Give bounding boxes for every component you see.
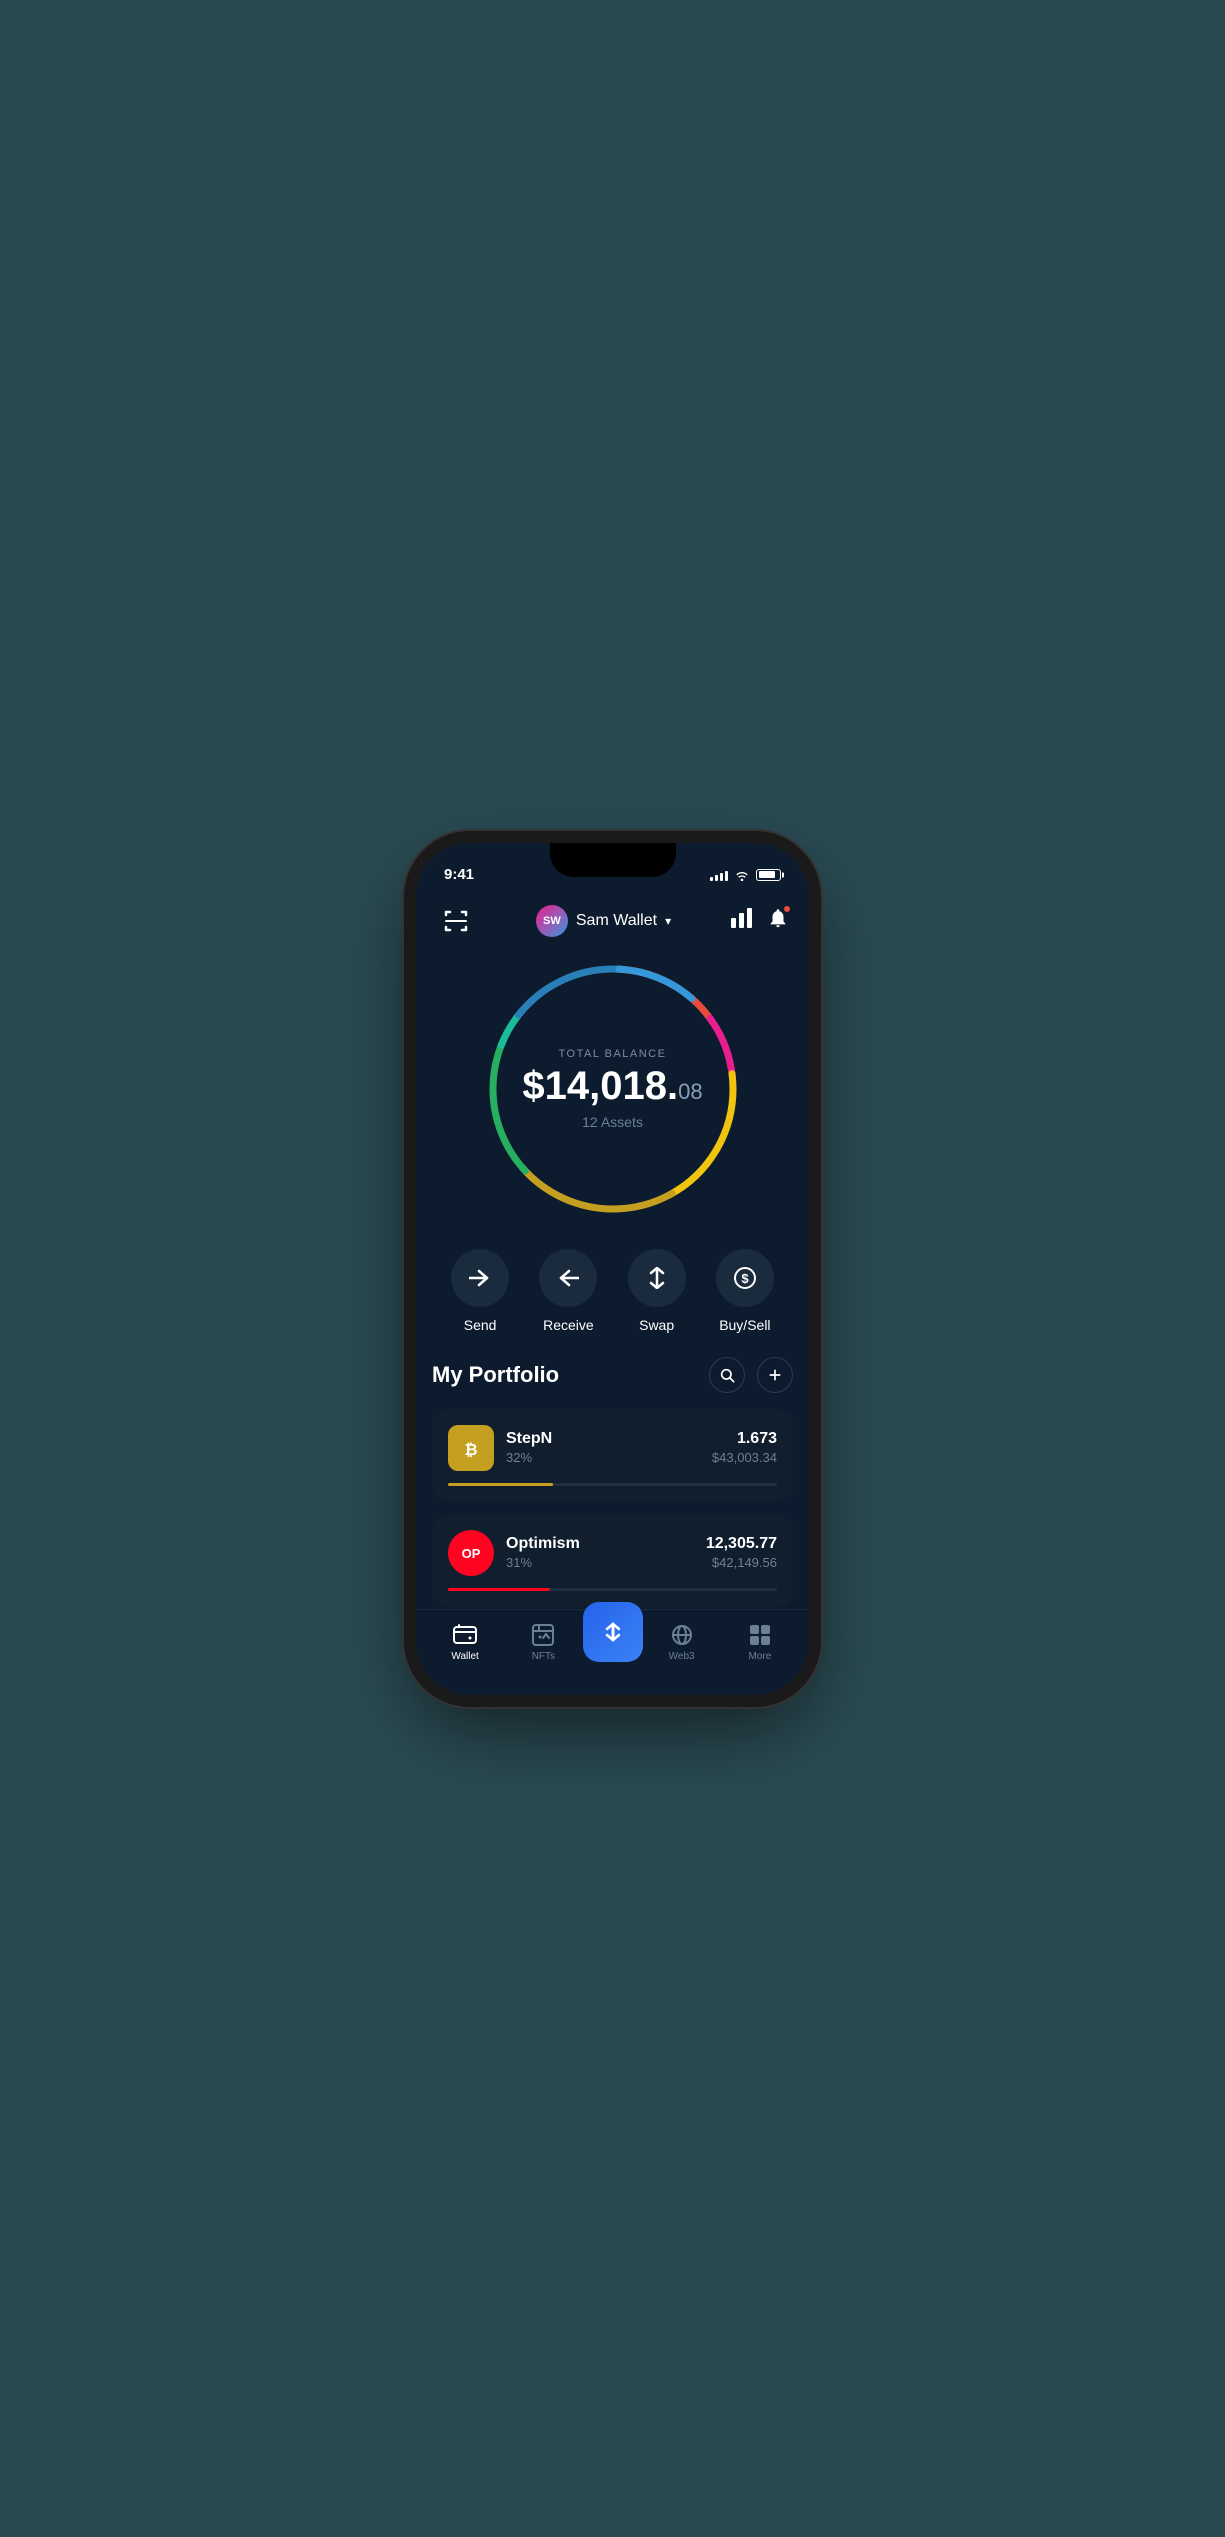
stepn-values: 1.673 $43,003.34 (712, 1430, 777, 1465)
signal-bars-icon (710, 869, 728, 881)
add-asset-button[interactable] (757, 1357, 793, 1393)
scan-icon[interactable] (436, 901, 476, 941)
web3-nav-icon (670, 1623, 694, 1647)
svg-text:$: $ (741, 1271, 749, 1286)
header: SW Sam Wallet ▾ (416, 893, 809, 949)
portfolio-section: My Portfolio (416, 1357, 809, 1607)
chart-bar-icon[interactable] (731, 908, 753, 934)
stepn-icon: ₿ (448, 1425, 494, 1471)
balance-assets: 12 Assets (522, 1114, 702, 1130)
nav-nfts[interactable]: NFTs (504, 1623, 582, 1662)
receive-label: Receive (543, 1317, 594, 1333)
optimism-usd: $42,149.56 (706, 1555, 777, 1570)
action-buttons: Send Receive (416, 1239, 809, 1357)
optimism-values: 12,305.77 $42,149.56 (706, 1535, 777, 1570)
portfolio-header: My Portfolio (432, 1357, 793, 1393)
nfts-nav-icon (531, 1623, 555, 1647)
stepn-info: StepN 32% (506, 1430, 700, 1465)
status-time: 9:41 (444, 866, 474, 883)
balance-amount: $14,018.08 (522, 1066, 702, 1106)
wifi-icon (734, 869, 750, 881)
optimism-asset-card[interactable]: OP Optimism 31% 12,305.77 $42,149.56 (432, 1514, 793, 1607)
bell-notification-icon[interactable] (767, 907, 789, 935)
receive-button[interactable]: Receive (539, 1249, 597, 1333)
send-button[interactable]: Send (451, 1249, 509, 1333)
phone-frame: 9:41 (416, 843, 809, 1695)
portfolio-title: My Portfolio (432, 1362, 559, 1388)
notch (550, 843, 676, 877)
scroll-content[interactable]: SW Sam Wallet ▾ (416, 893, 809, 1609)
stepn-name: StepN (506, 1430, 700, 1448)
send-label: Send (464, 1317, 497, 1333)
notification-badge (783, 905, 791, 913)
nav-center-button[interactable] (583, 1602, 643, 1662)
optimism-amount: 12,305.77 (706, 1535, 777, 1553)
wallet-selector[interactable]: SW Sam Wallet ▾ (536, 905, 671, 937)
search-portfolio-button[interactable] (709, 1357, 745, 1393)
balance-label: TOTAL BALANCE (522, 1048, 702, 1060)
nav-wallet[interactable]: Wallet (426, 1623, 504, 1662)
nav-wallet-label: Wallet (451, 1651, 478, 1662)
status-icons (710, 869, 781, 881)
bottom-nav: Wallet NFTs (416, 1609, 809, 1695)
nav-web3[interactable]: Web3 (643, 1623, 721, 1662)
nav-more-label: More (748, 1651, 771, 1662)
nav-web3-label: Web3 (669, 1651, 695, 1662)
stepn-percent: 32% (506, 1450, 700, 1465)
optimism-progress-fill (448, 1588, 550, 1591)
header-right (731, 907, 789, 935)
stepn-asset-card[interactable]: ₿ StepN 32% 1.673 $43,003.34 (432, 1409, 793, 1502)
more-nav-icon (748, 1623, 772, 1647)
optimism-name: Optimism (506, 1535, 694, 1553)
swap-button[interactable]: Swap (628, 1249, 686, 1333)
optimism-percent: 31% (506, 1555, 694, 1570)
stepn-progress-fill (448, 1483, 553, 1486)
stepn-amount: 1.673 (712, 1430, 777, 1448)
chevron-down-icon: ▾ (665, 914, 671, 928)
stepn-progress-bar (448, 1483, 777, 1486)
battery-icon (756, 869, 781, 881)
wallet-nav-icon (453, 1623, 477, 1647)
balance-circle: TOTAL BALANCE $14,018.08 12 Assets (483, 959, 743, 1219)
buysell-button[interactable]: $ Buy/Sell (716, 1249, 774, 1333)
portfolio-actions (709, 1357, 793, 1393)
balance-center: TOTAL BALANCE $14,018.08 12 Assets (522, 1048, 702, 1130)
swap-label: Swap (639, 1317, 674, 1333)
stepn-usd: $43,003.34 (712, 1450, 777, 1465)
buysell-label: Buy/Sell (719, 1317, 770, 1333)
optimism-icon: OP (448, 1530, 494, 1576)
optimism-info: Optimism 31% (506, 1535, 694, 1570)
wallet-name: Sam Wallet (576, 912, 657, 930)
avatar: SW (536, 905, 568, 937)
svg-text:₿: ₿ (464, 1441, 477, 1459)
nav-more[interactable]: More (721, 1623, 799, 1662)
svg-text:OP: OP (462, 1546, 481, 1561)
balance-section: TOTAL BALANCE $14,018.08 12 Assets (416, 949, 809, 1239)
nav-nfts-label: NFTs (532, 1651, 555, 1662)
optimism-progress-bar (448, 1588, 777, 1591)
